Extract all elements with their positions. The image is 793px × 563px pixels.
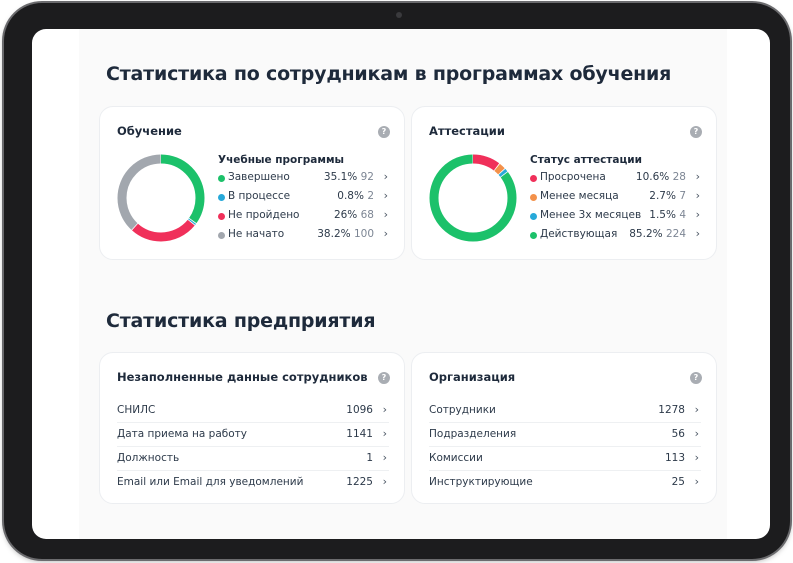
training-donut-chart [117, 154, 205, 242]
list-item-value: 56 [671, 428, 685, 440]
chevron-right-icon: › [694, 475, 699, 488]
help-icon[interactable]: ? [378, 126, 390, 138]
list-item[interactable]: Подразделения 56 › [429, 423, 701, 447]
list-item-value: 25 [671, 476, 685, 488]
training-section-title: Статистика по сотрудникам в программах о… [106, 63, 672, 85]
chevron-right-icon: › [383, 189, 388, 202]
legend-label: Менее месяца [540, 190, 619, 202]
legend-item[interactable]: Действующая 85.2% 224 › [530, 227, 700, 246]
organization-card: Организация ? Сотрудники 1278 › Подразделен… [411, 352, 717, 504]
legend-dot [218, 232, 225, 239]
chevron-right-icon: › [695, 170, 700, 183]
legend-label: Не пройдено [228, 209, 300, 221]
legend-label: Просрочена [540, 171, 606, 183]
legend-dot [218, 175, 225, 182]
attestation-legend-title: Статус аттестации [530, 154, 642, 166]
chevron-right-icon: › [383, 170, 388, 183]
list-item[interactable]: Комиссии 113 › [429, 447, 701, 471]
legend-label: Не начато [228, 228, 285, 240]
list-item-label: СНИЛС [117, 404, 156, 416]
attestation-donut-chart [429, 154, 517, 242]
legend-item[interactable]: Не пройдено 26% 68 › [218, 208, 388, 227]
list-item-label: Комиссии [429, 452, 483, 464]
chevron-right-icon: › [382, 427, 387, 440]
legend-item[interactable]: Завершено 35.1% 92 › [218, 170, 388, 189]
list-item[interactable]: Должность 1 › [117, 447, 389, 471]
chevron-right-icon: › [383, 208, 388, 221]
tablet-frame: Статистика по сотрудникам в программах о… [4, 3, 790, 559]
legend-value: 10.6% 28 [635, 171, 686, 183]
list-item-value: 1225 [346, 476, 373, 488]
chevron-right-icon: › [694, 451, 699, 464]
legend-label: В процессе [228, 190, 291, 202]
help-icon[interactable]: ? [690, 126, 702, 138]
list-item[interactable]: Email или Email для уведомлений 1225 › [117, 471, 389, 495]
attestation-card: Аттестации ? Статус аттестации Просрочен… [411, 106, 717, 260]
legend-label: Завершено [228, 171, 290, 183]
list-item-label: Инструктирующие [429, 476, 533, 488]
legend-item[interactable]: Не начато 38.2% 100 › [218, 227, 388, 246]
legend-label: Менее 3х месяцев [540, 209, 642, 221]
chevron-right-icon: › [695, 189, 700, 202]
chevron-right-icon: › [695, 208, 700, 221]
training-card-title: Обучение [117, 124, 182, 138]
list-item-value: 1278 [658, 404, 685, 416]
help-icon[interactable]: ? [378, 372, 390, 384]
chevron-right-icon: › [695, 227, 700, 240]
chevron-right-icon: › [382, 403, 387, 416]
training-card: Обучение ? Учебные программы Завершено 35… [99, 106, 405, 260]
legend-dot [530, 194, 537, 201]
legend-dot [530, 213, 537, 220]
chevron-right-icon: › [382, 475, 387, 488]
list-item[interactable]: СНИЛС 1096 › [117, 399, 389, 423]
organization-list: Сотрудники 1278 › Подразделения 56 › Комиссии 1… [429, 399, 701, 495]
legend-item[interactable]: Просрочена 10.6% 28 › [530, 170, 700, 189]
chevron-right-icon: › [694, 403, 699, 416]
list-item[interactable]: Сотрудники 1278 › [429, 399, 701, 423]
list-item-label: Email или Email для уведомлений [117, 476, 304, 488]
legend-value: 35.1% 92 [323, 171, 374, 183]
list-item-value: 1141 [346, 428, 373, 440]
list-item-value: 113 [664, 452, 685, 464]
legend-value: 38.2% 100 [317, 228, 374, 240]
screen: Статистика по сотрудникам в программах о… [32, 29, 770, 539]
training-legend-title: Учебные программы [218, 154, 345, 166]
organization-card-title: Организация [429, 370, 516, 384]
legend-item[interactable]: В процессе 0.8% 2 › [218, 189, 388, 208]
attestation-card-title: Аттестации [429, 124, 505, 138]
list-item-label: Подразделения [429, 428, 517, 440]
legend-dot [218, 213, 225, 220]
legend-dot [218, 194, 225, 201]
list-item[interactable]: Инструктирующие 25 › [429, 471, 701, 495]
legend-value: 0.8% 2 [337, 190, 374, 202]
help-icon[interactable]: ? [690, 372, 702, 384]
training-legend: Завершено 35.1% 92 › В процессе 0.8% 2 › Не пр… [218, 170, 388, 246]
chevron-right-icon: › [382, 451, 387, 464]
chevron-right-icon: › [694, 427, 699, 440]
list-item[interactable]: Дата приема на работу 1141 › [117, 423, 389, 447]
legend-label: Действующая [540, 228, 618, 240]
legend-item[interactable]: Менее 3х месяцев 1.5% 4 › [530, 208, 700, 227]
list-item-label: Должность [117, 452, 180, 464]
legend-value: 85.2% 224 [629, 228, 686, 240]
missing-data-list: СНИЛС 1096 › Дата приема на работу 1141 › Долж… [117, 399, 389, 495]
legend-dot [530, 175, 537, 182]
missing-data-card: Незаполненные данные сотрудников ? СНИЛС… [99, 352, 405, 504]
chevron-right-icon: › [383, 227, 388, 240]
list-item-value: 1096 [346, 404, 373, 416]
enterprise-section-title: Статистика предприятия [106, 310, 376, 332]
legend-value: 26% 68 [333, 209, 374, 221]
legend-value: 2.7% 7 [649, 190, 686, 202]
missing-data-card-title: Незаполненные данные сотрудников [117, 370, 368, 384]
legend-value: 1.5% 4 [649, 209, 686, 221]
list-item-label: Сотрудники [429, 404, 496, 416]
attestation-legend: Просрочена 10.6% 28 › Менее месяца 2.7% 7 › Ме… [530, 170, 700, 246]
legend-dot [530, 232, 537, 239]
list-item-value: 1 [366, 452, 373, 464]
legend-item[interactable]: Менее месяца 2.7% 7 › [530, 189, 700, 208]
dashboard-content: Статистика по сотрудникам в программах о… [79, 29, 727, 539]
list-item-label: Дата приема на работу [117, 428, 247, 440]
camera-icon [396, 12, 402, 18]
